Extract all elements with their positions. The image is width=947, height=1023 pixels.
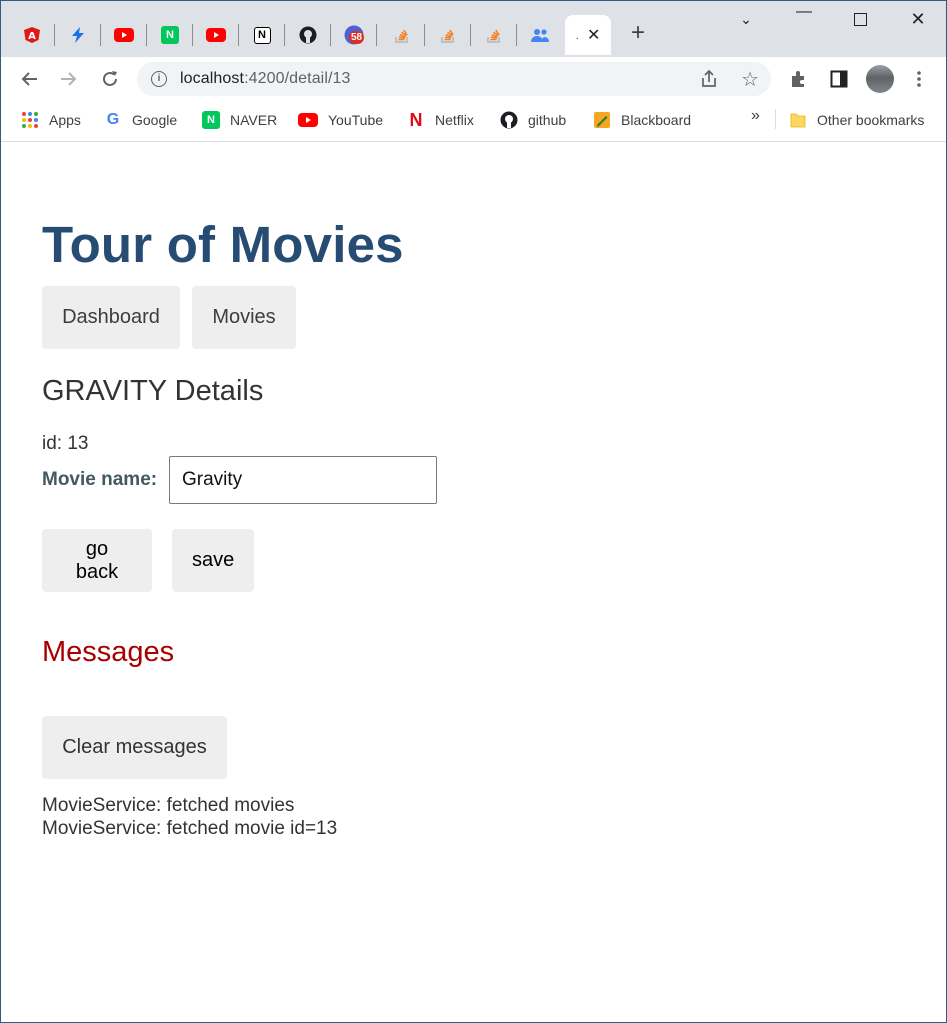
bookmark-github[interactable]: github [500, 109, 566, 131]
angular-icon: A [24, 27, 40, 43]
dashboard-nav-button[interactable]: Dashboard [42, 286, 180, 349]
browser-window: A N N 58 . ✕ + ⌄ — ✕ i localhost:4200/de… [0, 0, 947, 1023]
github-icon [500, 111, 518, 129]
bookmark-star-icon[interactable]: ☆ [741, 67, 759, 92]
youtube-icon [298, 113, 318, 127]
url-path: :4200/detail/13 [244, 70, 351, 87]
message-item: MovieService: fetched movies [42, 795, 295, 816]
bookmark-label: Apps [49, 112, 81, 128]
page-content: Tour of Movies Dashboard Movies GRAVITY … [1, 142, 946, 1022]
save-button[interactable]: save [172, 529, 254, 592]
id-value: 13 [67, 433, 89, 454]
people-icon [531, 29, 549, 42]
naver-icon: N [202, 111, 220, 129]
tab-stackoverflow-3[interactable] [471, 15, 517, 55]
go-back-button[interactable]: go back [42, 529, 152, 592]
messages-title: Messages [42, 636, 175, 668]
url-text: localhost:4200/detail/13 [180, 70, 351, 88]
notion-icon: N [253, 26, 271, 44]
close-tab-icon[interactable]: ✕ [587, 25, 600, 45]
bookmark-label: Netflix [435, 112, 474, 128]
tab-github[interactable] [285, 15, 331, 55]
app-title: Tour of Movies [42, 216, 404, 273]
active-tab-label: . [575, 28, 579, 42]
maximize-button[interactable] [837, 9, 883, 35]
tab-search-icon[interactable]: ⌄ [723, 11, 769, 37]
url-host: localhost [180, 70, 245, 87]
clear-messages-button[interactable]: Clear messages [42, 716, 227, 779]
forward-button[interactable] [55, 65, 83, 93]
close-window-button[interactable]: ✕ [895, 9, 941, 35]
bookmarks-divider [775, 109, 776, 129]
reload-icon [103, 71, 117, 86]
bookmarks-bar: Apps G Google N NAVER YouTube N Netflix … [1, 101, 946, 142]
tab-badge: 58 [349, 31, 365, 44]
stackoverflow-icon [395, 29, 408, 43]
stackoverflow-icon [487, 29, 500, 43]
netflix-icon: N [409, 109, 423, 130]
google-icon: G [106, 111, 120, 128]
bookmark-naver[interactable]: N NAVER [202, 109, 277, 131]
apps-grid-icon [22, 112, 38, 128]
tab-people[interactable] [517, 15, 563, 55]
tab-youtube-1[interactable] [101, 15, 147, 55]
browser-toolbar: i localhost:4200/detail/13 ☆ [1, 57, 946, 101]
svg-text:A: A [28, 31, 36, 42]
tab-notifications[interactable]: 58 [331, 15, 377, 55]
tab-naver[interactable]: N [147, 15, 193, 55]
movie-name-input[interactable] [169, 456, 437, 504]
side-panel-icon[interactable] [827, 67, 851, 91]
tab-active[interactable]: . ✕ [565, 15, 611, 55]
github-icon [299, 26, 317, 44]
bookmark-netflix[interactable]: N Netflix [407, 109, 474, 131]
site-info-icon[interactable]: i [151, 71, 167, 87]
tab-lightning[interactable] [55, 15, 101, 55]
bookmark-youtube[interactable]: YouTube [298, 109, 383, 131]
tab-stackoverflow-1[interactable] [379, 15, 425, 55]
bookmark-blackboard[interactable]: Blackboard [593, 109, 691, 131]
menu-icon[interactable] [907, 67, 931, 91]
folder-icon [790, 113, 806, 128]
youtube-icon [206, 28, 226, 42]
bookmark-google[interactable]: G Google [104, 109, 177, 131]
tab-youtube-2[interactable] [193, 15, 239, 55]
lightning-icon [72, 27, 84, 43]
movies-nav-button[interactable]: Movies [192, 286, 296, 349]
share-icon[interactable] [699, 69, 719, 89]
back-arrow-icon [21, 72, 37, 86]
bookmark-label: Blackboard [621, 112, 692, 128]
tab-stackoverflow-2[interactable] [425, 15, 471, 55]
bookmark-label: Google [132, 112, 178, 128]
bookmark-label: github [528, 112, 567, 128]
back-button[interactable] [15, 65, 43, 93]
movie-id: id: 13 [42, 433, 89, 455]
bookmarks-overflow-button[interactable]: » [751, 107, 760, 125]
bookmark-label: YouTube [328, 112, 384, 128]
blackboard-icon [594, 112, 610, 128]
bookmark-label: Other bookmarks [817, 112, 925, 128]
forward-arrow-icon [61, 72, 77, 86]
profile-avatar[interactable] [866, 65, 894, 93]
new-tab-button[interactable]: + [625, 21, 651, 47]
tab-notion[interactable]: N [239, 15, 285, 55]
movie-detail-title: GRAVITY Details [42, 375, 264, 407]
naver-icon: N [161, 26, 179, 44]
tab-strip: A N N 58 . ✕ + ⌄ — ✕ [1, 1, 946, 57]
reload-button[interactable] [96, 65, 124, 93]
stackoverflow-icon [441, 29, 454, 43]
tab-angular[interactable]: A [9, 15, 55, 55]
bookmark-apps[interactable]: Apps [21, 109, 81, 131]
movie-name-label: Movie name: [42, 469, 158, 490]
message-list: MovieService: fetched movies MovieServic… [42, 794, 337, 840]
youtube-icon [114, 28, 134, 42]
message-item: MovieService: fetched movie id=13 [42, 818, 338, 839]
minimize-button[interactable]: — [781, 3, 827, 29]
bookmark-other[interactable]: Other bookmarks [789, 109, 924, 131]
address-bar[interactable]: i localhost:4200/detail/13 ☆ [137, 62, 771, 96]
extensions-icon[interactable] [787, 67, 811, 91]
bookmark-label: NAVER [230, 112, 278, 128]
id-label: id: [42, 433, 68, 454]
